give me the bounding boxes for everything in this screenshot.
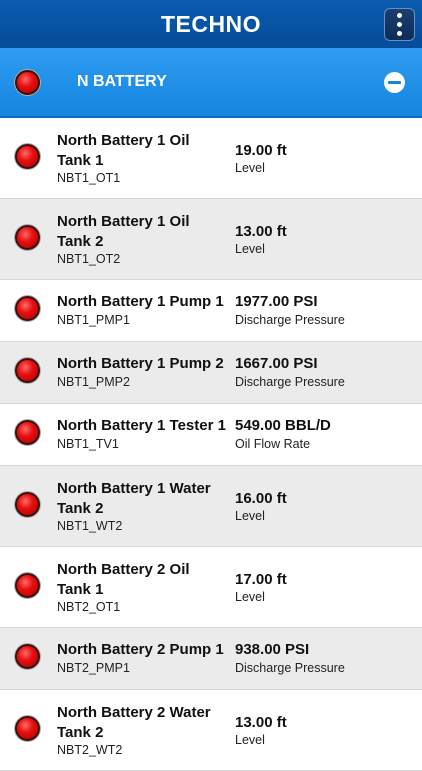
asset-value: 13.00 ft — [235, 223, 287, 240]
asset-code: NBT1_OT1 — [57, 171, 121, 185]
asset-code: NBT2_WT2 — [57, 743, 123, 757]
asset-name: North Battery 1 Pump 2 — [57, 355, 224, 372]
vertical-dots-icon[interactable] — [384, 8, 415, 41]
status-led-icon — [15, 716, 40, 741]
asset-value: 16.00 ft — [235, 490, 287, 507]
asset-name: North Battery 2 Water Tank 2 — [57, 704, 211, 741]
dot-1 — [397, 13, 402, 18]
asset-name: North Battery 2 Oil Tank 1 — [57, 561, 190, 598]
status-led-icon — [15, 573, 40, 598]
list-item[interactable]: North Battery 2 Water Tank 2 NBT2_WT2 13… — [0, 690, 422, 771]
asset-code: NBT1_PMP2 — [57, 375, 130, 389]
asset-name: North Battery 1 Pump 1 — [57, 293, 224, 310]
list-item[interactable]: North Battery 1 Water Tank 2 NBT1_WT2 16… — [0, 466, 422, 547]
asset-metric: Level — [235, 161, 265, 175]
asset-metric: Level — [235, 733, 265, 747]
asset-code: NBT1_PMP1 — [57, 313, 130, 327]
status-led-icon — [15, 70, 40, 95]
dot-3 — [397, 31, 402, 36]
status-led-icon — [15, 225, 40, 250]
asset-value: 13.00 ft — [235, 714, 287, 731]
asset-value: 1977.00 PSI — [235, 293, 318, 310]
asset-code: NBT1_OT2 — [57, 252, 121, 266]
asset-value: 1667.00 PSI — [235, 355, 318, 372]
status-led-icon — [15, 644, 40, 669]
asset-name: North Battery 1 Tester 1 — [57, 417, 226, 434]
list-item[interactable]: North Battery 1 Pump 1 NBT1_PMP1 1977.00… — [0, 280, 422, 342]
asset-value: 17.00 ft — [235, 571, 287, 588]
list-item[interactable]: North Battery 1 Tester 1 NBT1_TV1 549.00… — [0, 404, 422, 466]
asset-list: North Battery 1 Oil Tank 1 NBT1_OT1 19.0… — [0, 118, 422, 771]
dot-2 — [397, 22, 402, 27]
app-header: TECHNO — [0, 0, 422, 48]
asset-metric: Oil Flow Rate — [235, 437, 311, 451]
asset-code: NBT2_PMP1 — [57, 661, 130, 675]
asset-metric: Discharge Pressure — [235, 375, 345, 389]
asset-code: NBT1_TV1 — [57, 437, 119, 451]
asset-name: North Battery 1 Water Tank 2 — [57, 480, 211, 517]
minus-circle-icon[interactable] — [384, 72, 405, 93]
status-led-icon — [15, 358, 40, 383]
asset-value: 938.00 PSI — [235, 641, 310, 658]
list-item[interactable]: North Battery 1 Oil Tank 2 NBT1_OT2 13.0… — [0, 199, 422, 280]
group-header-n-battery[interactable]: N BATTERY — [0, 48, 422, 118]
status-led-icon — [15, 492, 40, 517]
list-item[interactable]: North Battery 1 Oil Tank 1 NBT1_OT1 19.0… — [0, 118, 422, 199]
app-title: TECHNO — [160, 10, 262, 37]
asset-code: NBT2_OT1 — [57, 600, 121, 614]
asset-name: North Battery 1 Oil Tank 1 — [57, 132, 190, 169]
asset-metric: Level — [235, 242, 265, 256]
list-item[interactable]: North Battery 1 Pump 2 NBT1_PMP2 1667.00… — [0, 342, 422, 404]
status-led-icon — [15, 296, 40, 321]
status-led-icon — [15, 144, 40, 169]
asset-value: 19.00 ft — [235, 142, 287, 159]
asset-metric: Level — [235, 590, 265, 604]
asset-metric: Discharge Pressure — [235, 313, 345, 327]
asset-code: NBT1_WT2 — [57, 519, 123, 533]
status-led-icon — [15, 420, 40, 445]
list-item[interactable]: North Battery 2 Oil Tank 1 NBT2_OT1 17.0… — [0, 547, 422, 628]
asset-name: North Battery 2 Pump 1 — [57, 641, 224, 658]
asset-name: North Battery 1 Oil Tank 2 — [57, 213, 190, 250]
asset-metric: Level — [235, 509, 265, 523]
asset-metric: Discharge Pressure — [235, 661, 345, 675]
list-item[interactable]: North Battery 2 Pump 1 NBT2_PMP1 938.00 … — [0, 628, 422, 690]
group-label: N BATTERY — [77, 73, 167, 90]
asset-value: 549.00 BBL/D — [235, 417, 331, 434]
